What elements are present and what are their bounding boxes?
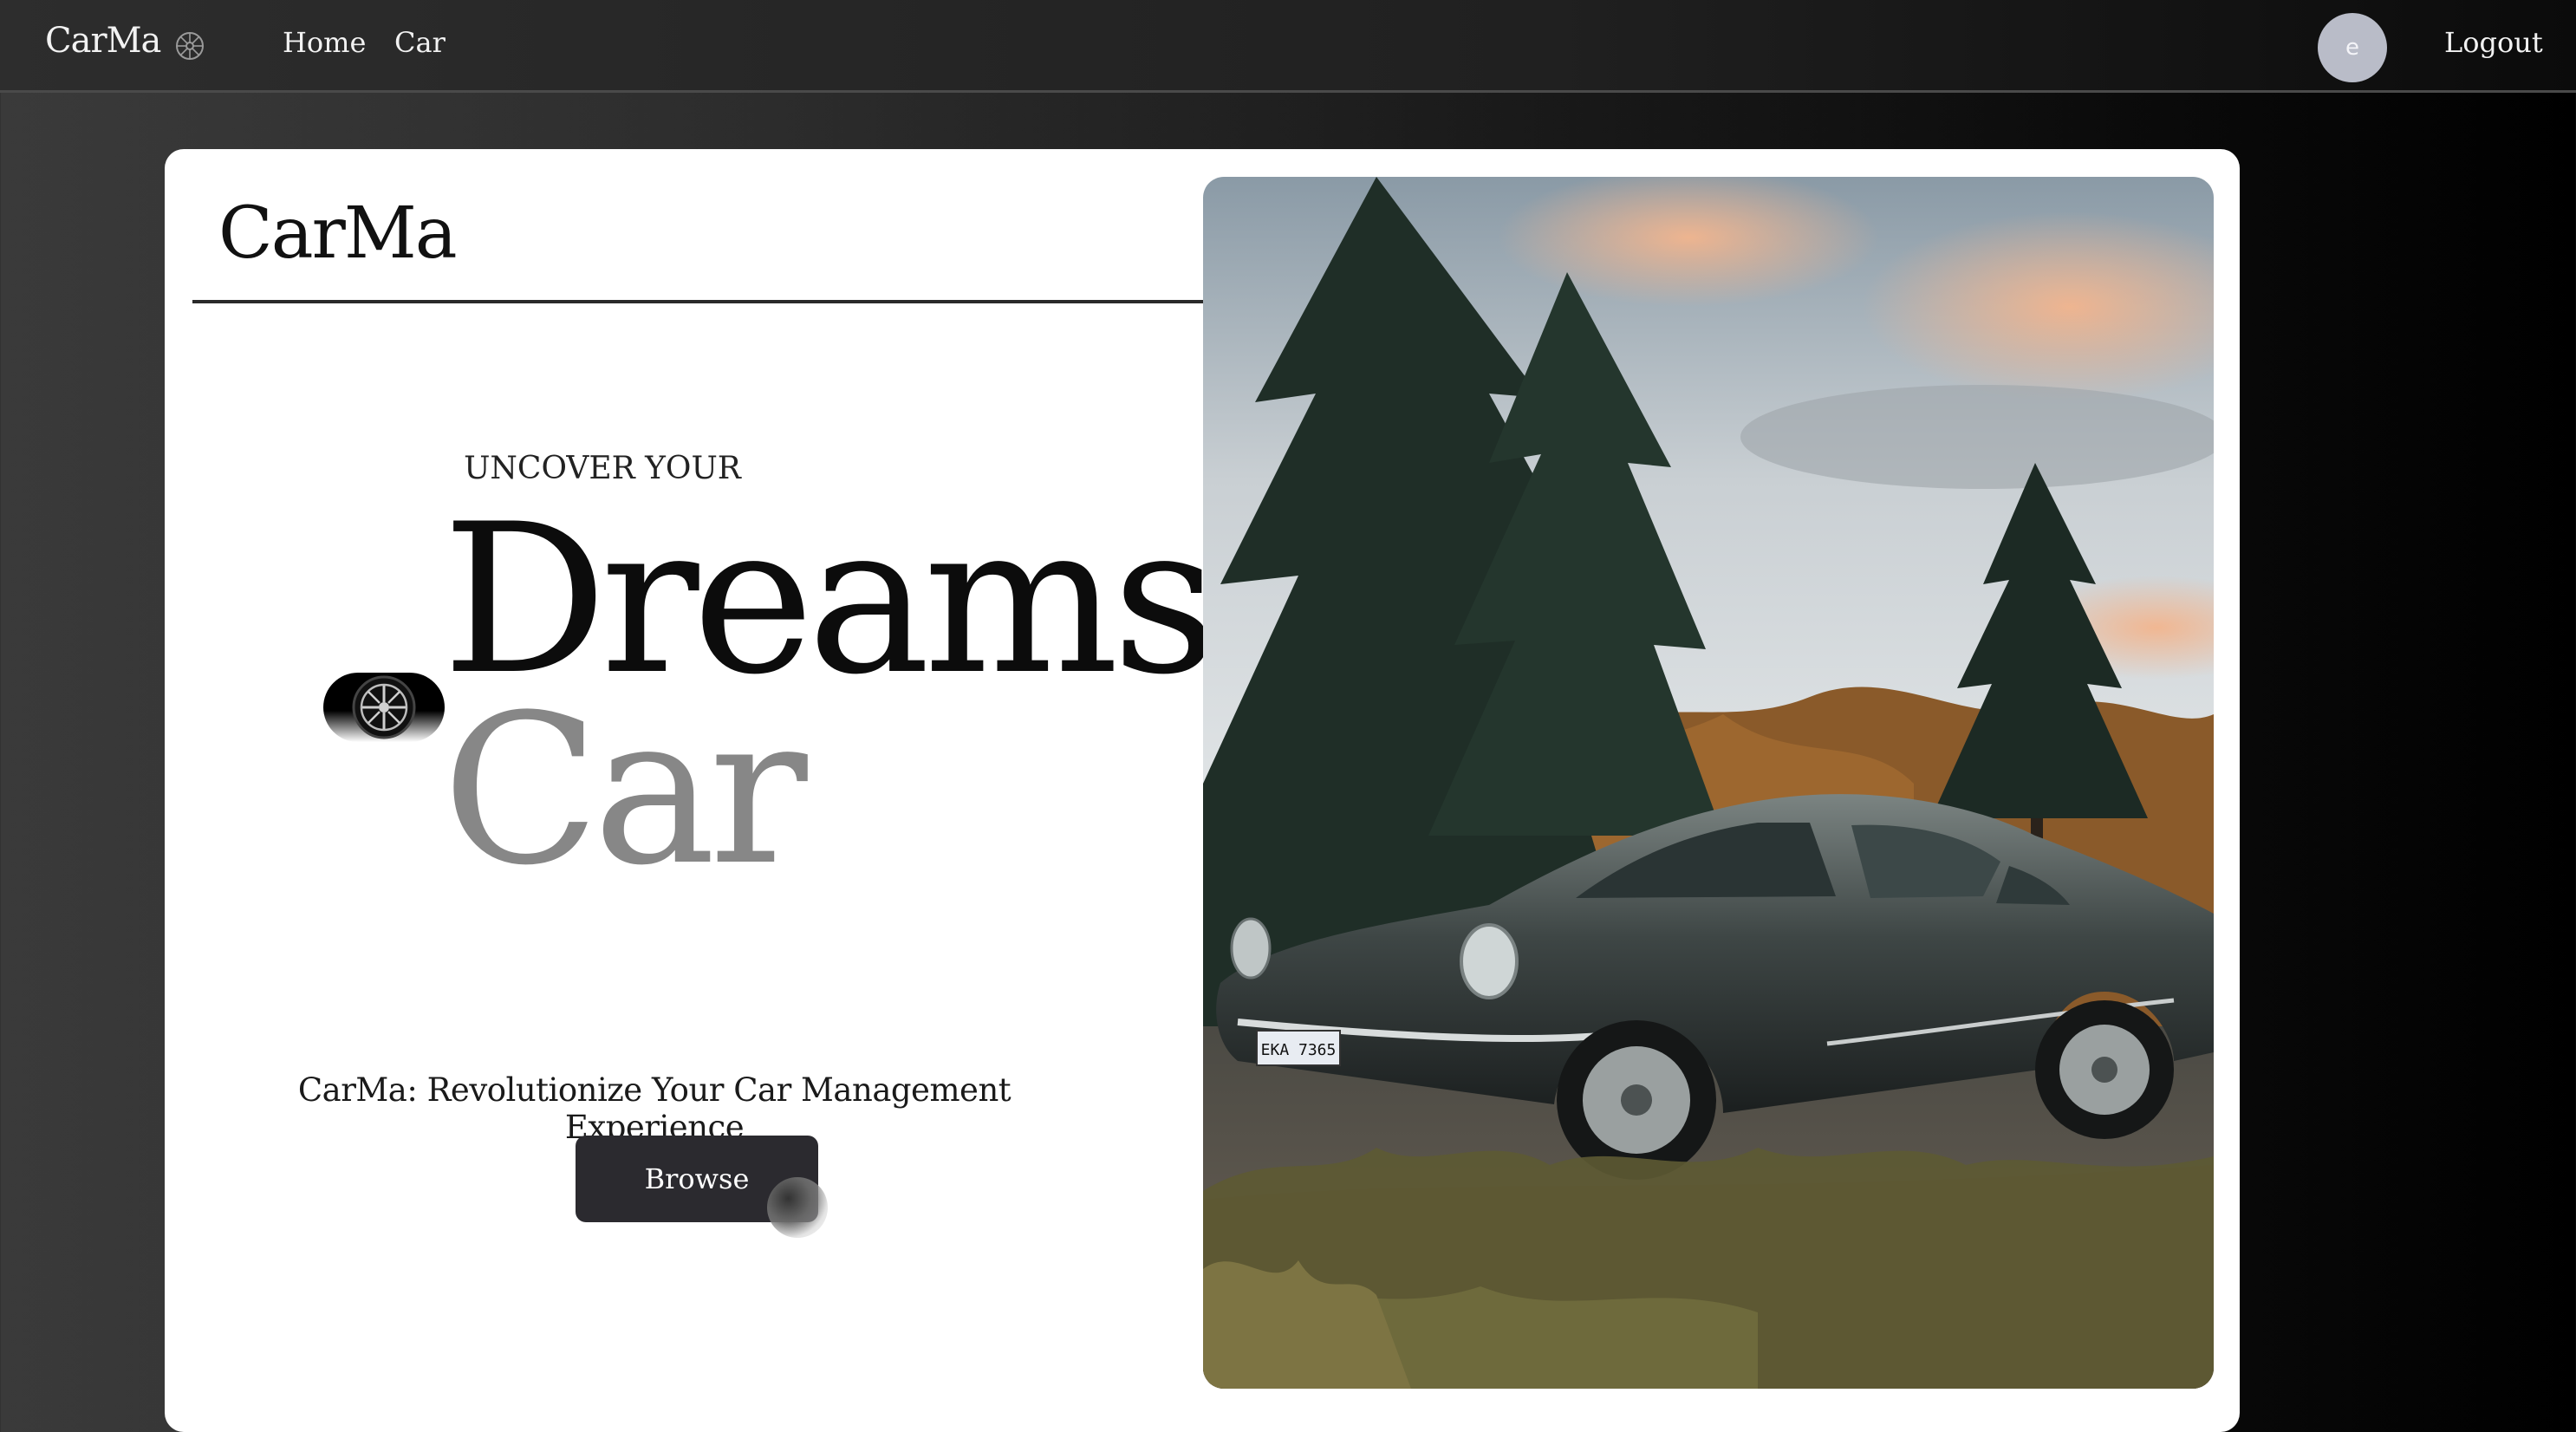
user-avatar[interactable]: e	[2318, 13, 2387, 82]
logout-link[interactable]: Logout	[2444, 26, 2543, 59]
title-divider	[192, 300, 1205, 303]
nav-link-home[interactable]: Home	[283, 26, 366, 59]
hero-car-photo: EKA 7365	[1203, 177, 2214, 1389]
headline-car: Car	[442, 671, 808, 911]
nav-brand-logo[interactable]: CarMa	[45, 21, 161, 61]
card-title: CarMa	[218, 192, 458, 275]
wheel-badge	[323, 673, 445, 742]
wheel-icon	[352, 675, 416, 739]
nav-link-car[interactable]: Car	[394, 26, 446, 59]
button-cursor-glow	[767, 1177, 828, 1238]
top-navbar: CarMa Home Car e Logout	[0, 0, 2576, 93]
hero-card: CarMa UNCOVER YOUR Dreams Car CarMa: Rev…	[165, 149, 2240, 1432]
wheel-icon	[176, 32, 204, 60]
license-plate-text: EKA 7365	[1261, 1041, 1337, 1059]
